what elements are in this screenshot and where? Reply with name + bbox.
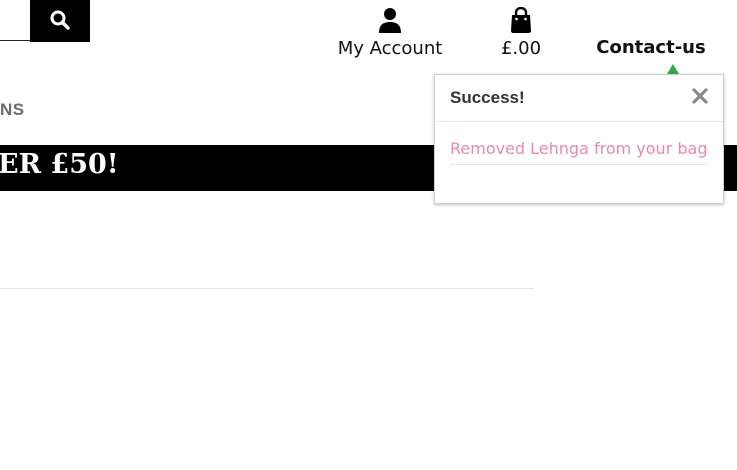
toast-title: Success! [450,88,525,107]
search-button[interactable] [30,0,90,42]
my-account-label: My Account [337,38,443,59]
promo-text: ER £50! [0,149,119,180]
toast-message: Removed Lehnga from your bag [450,139,708,158]
user-icon [334,5,446,35]
category-nav-item[interactable]: NS [0,100,25,120]
divider [0,288,534,289]
toast-header: Success! [435,75,723,122]
search-icon [50,10,70,33]
toast-body: Removed Lehnga from your bag [450,139,708,165]
shopping-bag-icon [490,5,552,35]
toast-arrow [667,64,679,74]
success-toast: Success! Removed Lehnga from your bag [434,74,724,204]
shopping-bag-link[interactable]: £.00 [490,5,552,59]
bag-total: £.00 [500,38,542,59]
close-icon[interactable] [689,85,711,107]
contact-us-link[interactable]: Contact-us [592,37,710,58]
my-account-link[interactable]: My Account [334,5,446,59]
search-input[interactable] [0,0,30,41]
